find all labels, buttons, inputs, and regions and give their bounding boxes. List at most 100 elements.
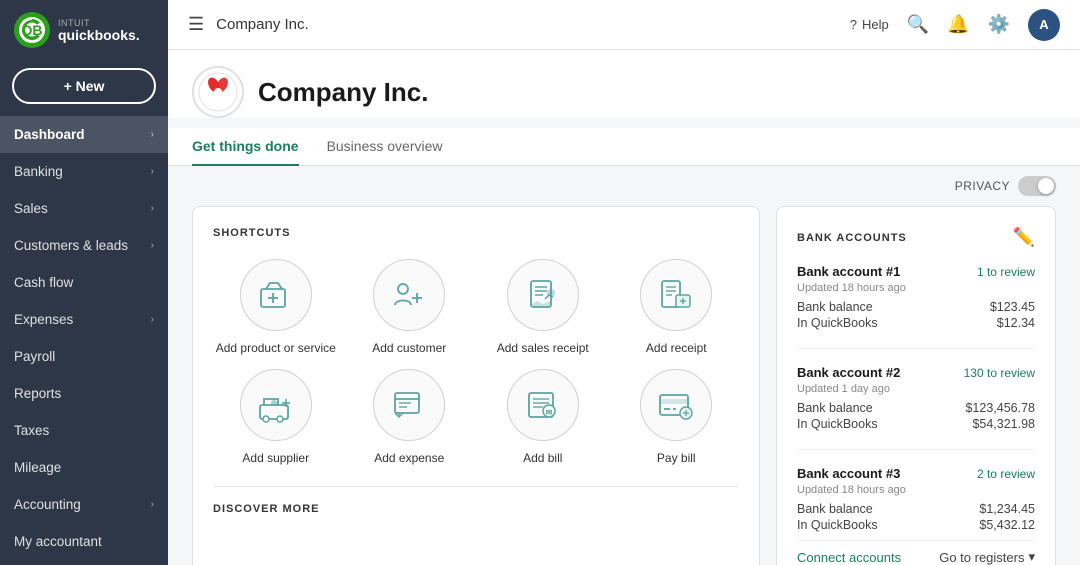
shortcut-add-bill[interactable]: ✉ Add bill (480, 369, 606, 467)
bell-icon[interactable]: 🔔 (947, 14, 969, 35)
shortcut-icon-circle (507, 259, 579, 331)
edit-icon[interactable]: ✏️ (1013, 227, 1035, 248)
shortcut-add-receipt[interactable]: Add receipt (614, 259, 740, 357)
sidebar-item-mileage[interactable]: Mileage (0, 449, 168, 486)
bank-balance-value: $123.45 (990, 300, 1035, 314)
review-link[interactable]: 130 to review (964, 366, 1035, 380)
quickbooks-logo-icon: QB (14, 12, 50, 48)
in-qb-row: In QuickBooks $5,432.12 (797, 518, 1035, 532)
bank-balance-label: Bank balance (797, 401, 873, 415)
tab-get-things-done[interactable]: Get things done (192, 128, 299, 166)
sidebar-item-label: Sales (14, 201, 151, 216)
search-icon[interactable]: 🔍 (907, 14, 929, 35)
bank-updated: Updated 18 hours ago (797, 484, 1035, 496)
sidebar-item-payroll[interactable]: Payroll (0, 338, 168, 375)
shortcut-add-supplier[interactable]: Add supplier (213, 369, 339, 467)
shortcut-pay-bill[interactable]: Pay bill (614, 369, 740, 467)
shortcut-icon-circle (240, 259, 312, 331)
bank-account-name: Bank account #3 (797, 466, 900, 481)
go-to-registers-button[interactable]: Go to registers ▾ (939, 549, 1035, 565)
in-qb-value: $12.34 (997, 316, 1035, 330)
topbar-company-name: Company Inc. (216, 16, 850, 33)
shortcut-label: Pay bill (657, 451, 696, 467)
add-expense-icon (389, 385, 429, 425)
add-receipt-icon (656, 275, 696, 315)
review-link[interactable]: 2 to review (977, 467, 1035, 481)
svg-text:QB: QB (22, 22, 43, 38)
go-to-registers-label: Go to registers (939, 550, 1024, 565)
bank-account-name: Bank account #1 (797, 264, 900, 279)
bank-account-item: Bank account #1 1 to review Updated 18 h… (797, 264, 1035, 349)
bank-balance-row: Bank balance $1,234.45 (797, 502, 1035, 516)
quickbooks-label: quickbooks. (58, 28, 140, 42)
connect-accounts-link[interactable]: Connect accounts (797, 550, 901, 565)
avatar[interactable]: A (1028, 9, 1060, 41)
sidebar-item-cash-flow[interactable]: Cash flow (0, 264, 168, 301)
bank-updated: Updated 1 day ago (797, 383, 1035, 395)
shortcut-label: Add product or service (216, 341, 336, 357)
sidebar-item-my-accountant[interactable]: My accountant (0, 523, 168, 560)
sidebar-item-label: Taxes (14, 423, 154, 438)
help-button[interactable]: ? Help (850, 17, 889, 32)
sidebar-item-accounting[interactable]: Accounting › (0, 486, 168, 523)
shortcuts-grid: Add product or service Add cus (213, 259, 739, 466)
add-bill-icon: ✉ (523, 385, 563, 425)
sidebar-item-taxes[interactable]: Taxes (0, 412, 168, 449)
bank-card-footer: Connect accounts Go to registers ▾ (797, 540, 1035, 565)
review-link[interactable]: 1 to review (977, 265, 1035, 279)
bank-account-name: Bank account #2 (797, 365, 900, 380)
privacy-label: PRIVACY (955, 179, 1010, 193)
shortcut-label: Add receipt (646, 341, 707, 357)
panels: SHORTCUTS Add product or service (168, 206, 1080, 565)
add-product-icon (256, 275, 296, 315)
bank-balance-row: Bank balance $123,456.78 (797, 401, 1035, 415)
shortcut-label: Add expense (374, 451, 444, 467)
chevron-right-icon: › (151, 240, 154, 251)
shortcut-add-expense[interactable]: Add expense (347, 369, 473, 467)
chevron-right-icon: › (151, 314, 154, 325)
privacy-bar: PRIVACY (168, 166, 1080, 206)
sidebar-item-sales[interactable]: Sales › (0, 190, 168, 227)
sidebar-item-label: Expenses (14, 312, 151, 327)
bank-updated: Updated 18 hours ago (797, 282, 1035, 294)
sidebar-item-dashboard[interactable]: Dashboard › (0, 116, 168, 153)
add-supplier-icon (256, 385, 296, 425)
company-logo (192, 66, 244, 118)
logo-text: intuit quickbooks. (58, 19, 140, 42)
shortcut-icon-circle: ✉ (507, 369, 579, 441)
sidebar-item-expenses[interactable]: Expenses › (0, 301, 168, 338)
sidebar-item-label: Customers & leads (14, 238, 151, 253)
shortcut-icon-circle (640, 259, 712, 331)
shortcut-add-sales-receipt[interactable]: Add sales receipt (480, 259, 606, 357)
chevron-right-icon: › (151, 129, 154, 140)
chevron-right-icon: › (151, 203, 154, 214)
shortcut-icon-circle (373, 369, 445, 441)
svg-text:✉: ✉ (545, 408, 552, 417)
sidebar-item-customers-leads[interactable]: Customers & leads › (0, 227, 168, 264)
in-qb-label: In QuickBooks (797, 518, 878, 532)
company-name: Company Inc. (258, 77, 428, 108)
help-label: Help (862, 17, 889, 32)
menu-icon[interactable]: ☰ (188, 14, 204, 35)
content-area: Company Inc. Get things done Business ov… (168, 50, 1080, 565)
bank-balance-value: $1,234.45 (979, 502, 1035, 516)
sidebar-item-label: Cash flow (14, 275, 154, 290)
privacy-toggle[interactable] (1018, 176, 1056, 196)
shortcut-add-customer[interactable]: Add customer (347, 259, 473, 357)
new-button[interactable]: + New (12, 68, 156, 104)
discover-more-title: DISCOVER MORE (213, 503, 739, 515)
sidebar-item-label: Dashboard (14, 127, 151, 142)
bank-account-item: Bank account #3 2 to review Updated 18 h… (797, 466, 1035, 532)
sidebar-item-apps[interactable]: Apps › (0, 560, 168, 565)
sidebar: QB intuit quickbooks. + New Dashboard › … (0, 0, 168, 565)
tab-business-overview[interactable]: Business overview (327, 128, 443, 166)
sidebar-item-banking[interactable]: Banking › (0, 153, 168, 190)
shortcut-icon-circle (640, 369, 712, 441)
sidebar-item-reports[interactable]: Reports (0, 375, 168, 412)
sidebar-item-label: Reports (14, 386, 154, 401)
shortcut-add-product[interactable]: Add product or service (213, 259, 339, 357)
gear-icon[interactable]: ⚙️ (988, 14, 1010, 35)
shortcut-icon-circle (240, 369, 312, 441)
shortcut-label: Add customer (372, 341, 446, 357)
chevron-down-icon: ▾ (1028, 549, 1035, 565)
